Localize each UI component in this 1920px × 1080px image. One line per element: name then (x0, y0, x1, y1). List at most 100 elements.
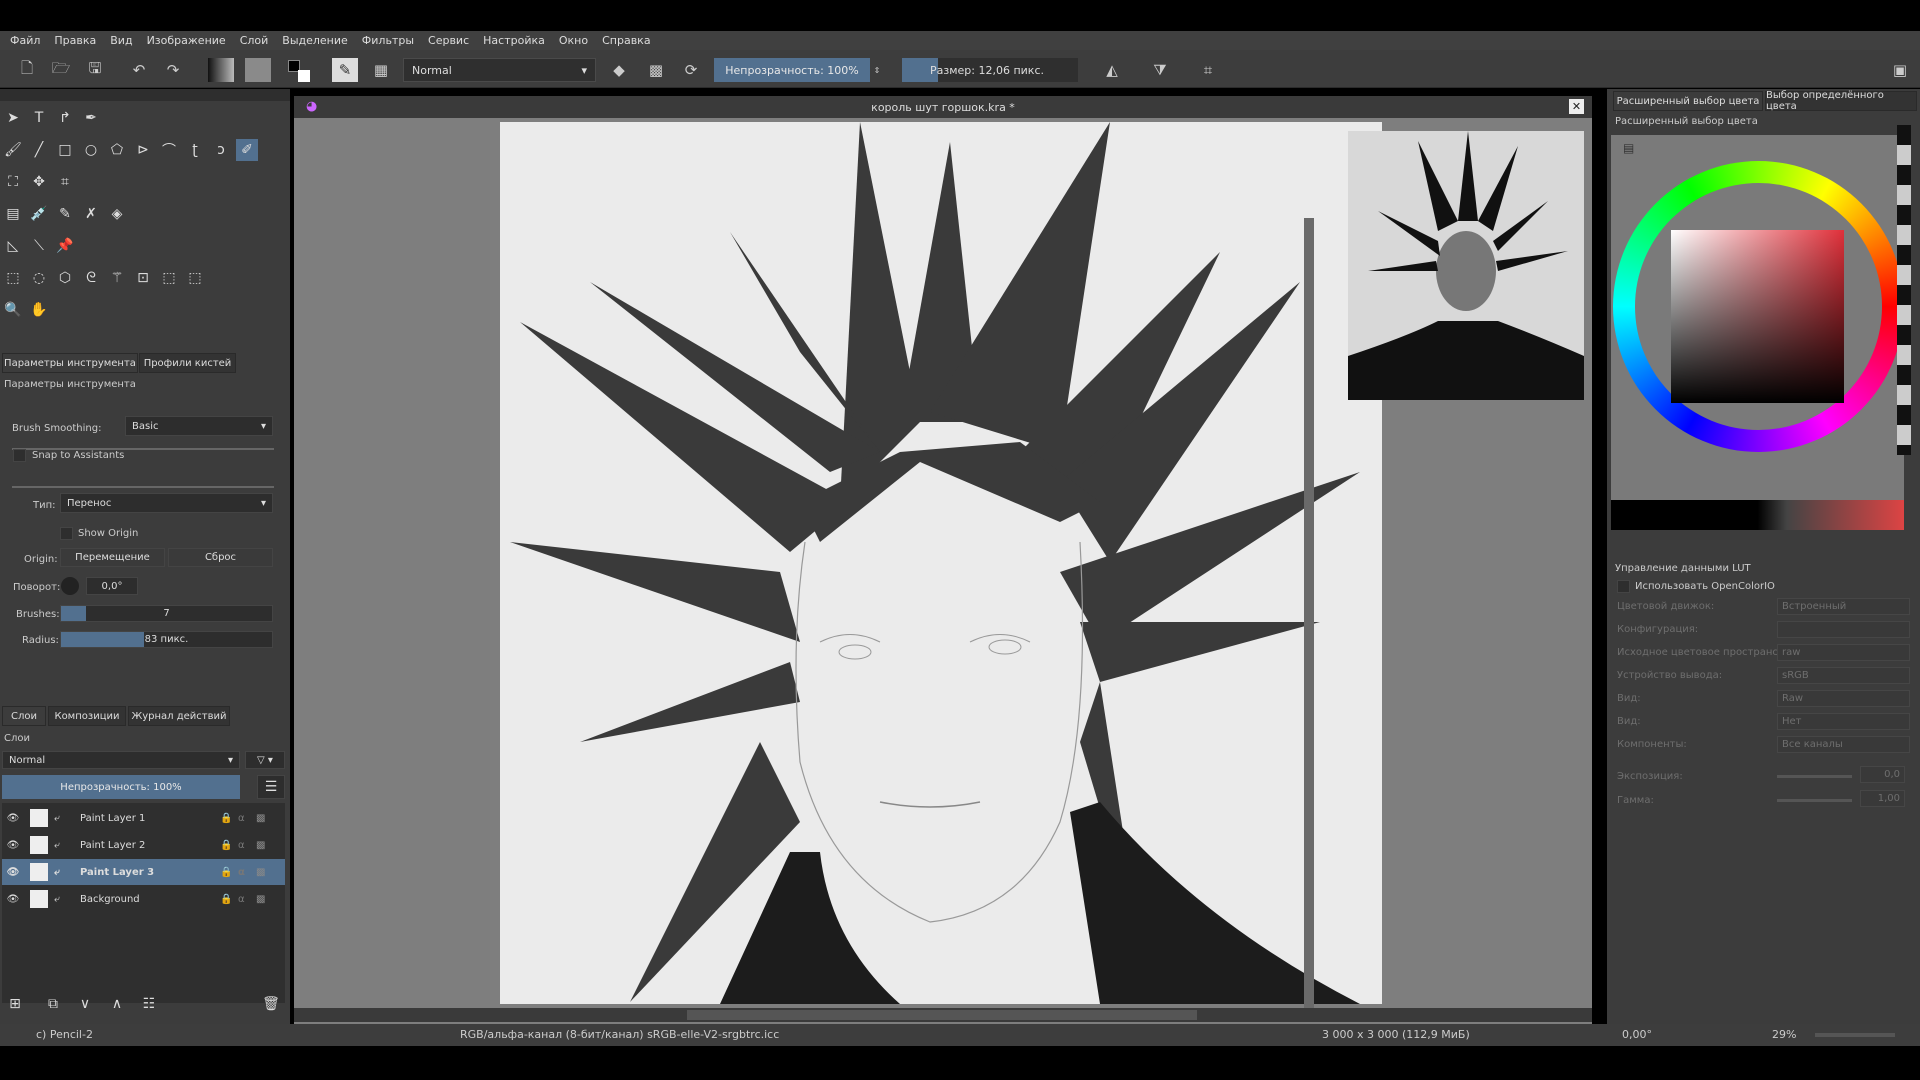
layer-row[interactable]: 👁 ⤶ Paint Layer 2 🔒 α ▩ (2, 832, 285, 858)
ellipse-tool-icon[interactable]: ○ (80, 139, 102, 161)
menu-help[interactable]: Справка (602, 34, 650, 47)
color-picker-tool-icon[interactable]: 💉 (28, 203, 50, 225)
fill-tool-icon[interactable]: ◈ (106, 203, 128, 225)
bezier-select-tool-icon[interactable]: ⬚ (158, 267, 180, 289)
inherit-alpha-icon[interactable]: ▩ (256, 867, 274, 878)
menu-edit[interactable]: Правка (54, 34, 96, 47)
menu-tools[interactable]: Сервис (428, 34, 469, 47)
lock-icon[interactable]: 🔒 (220, 894, 238, 905)
layer-row[interactable]: 👁 ⤶ Paint Layer 3 🔒 α ▩ (2, 859, 285, 885)
mirror-horizontal-icon[interactable]: ◭ (1100, 58, 1124, 82)
alpha-icon[interactable]: α (238, 867, 256, 878)
inherit-alpha-icon[interactable]: ▩ (256, 840, 274, 851)
layer-blend-select[interactable]: Normal ▾ (2, 751, 240, 769)
saturation-value-square[interactable] (1671, 230, 1844, 403)
inherit-alpha-icon[interactable]: ▩ (256, 813, 274, 824)
multibrush-tool-icon[interactable]: ✐ (236, 139, 258, 161)
duplicate-layer-icon[interactable]: ⧉ (42, 993, 64, 1015)
visibility-eye-icon[interactable]: 👁 (2, 894, 24, 905)
gamma-slider[interactable] (1777, 799, 1852, 802)
wrap-around-icon[interactable]: ⌗ (1196, 58, 1220, 82)
visibility-eye-icon[interactable]: 👁 (2, 867, 24, 878)
lock-icon[interactable]: 🔒 (220, 813, 238, 824)
zoom-tool-icon[interactable]: 🔍 (2, 299, 24, 321)
layer-settings-icon[interactable]: ☷ (138, 993, 160, 1015)
reload-preset-icon[interactable]: ⟳ (680, 58, 702, 82)
layer-opacity-slider[interactable]: Непрозрачность: 100% (2, 775, 240, 799)
menu-layer[interactable]: Слой (240, 34, 269, 47)
calligraphy-tool-icon[interactable]: ✒ (80, 107, 102, 129)
menu-file[interactable]: Файл (10, 34, 40, 47)
pattern-swatch[interactable] (245, 58, 271, 82)
visibility-eye-icon[interactable]: 👁 (2, 840, 24, 851)
fg-bg-color-icon[interactable] (288, 58, 312, 82)
lut-select[interactable] (1777, 621, 1910, 638)
select-shapes-tool-icon[interactable]: ➤ (2, 107, 24, 129)
lut-select[interactable]: raw (1777, 644, 1910, 661)
open-folder-icon[interactable]: 🗁 (50, 58, 72, 82)
tab-brush-presets[interactable]: Профили кистей (139, 353, 236, 373)
brush-preset-icon[interactable]: ✎ (332, 58, 358, 82)
line-tool-icon[interactable]: ╱ (28, 139, 50, 161)
gradient-tool-icon[interactable]: ▤ (2, 203, 24, 225)
snap-assistants-checkbox[interactable] (13, 449, 26, 462)
type-select[interactable]: Перенос ▾ (60, 493, 273, 513)
workspace-grid-icon[interactable]: ▦ (370, 58, 392, 82)
lut-select[interactable]: Нет (1777, 713, 1910, 730)
eraser-icon[interactable]: ◆ (608, 58, 630, 82)
save-icon[interactable]: 🖫 (84, 58, 106, 82)
alpha-icon[interactable]: α (238, 813, 256, 824)
move-layer-up-icon[interactable]: ∧ (106, 993, 128, 1015)
tab-compositions[interactable]: Композиции (48, 706, 126, 726)
lock-icon[interactable]: 🔒 (220, 840, 238, 851)
tab-specific-color[interactable]: Выбор определённого цвета (1765, 90, 1917, 112)
ellipse-select-tool-icon[interactable]: ◌ (28, 267, 50, 289)
redo-icon[interactable]: ↷ (162, 58, 184, 82)
use-ocio-checkbox[interactable] (1617, 580, 1630, 593)
menu-settings[interactable]: Настройка (483, 34, 545, 47)
bezier-tool-icon[interactable]: ⌒ (158, 139, 180, 161)
brushes-slider[interactable]: 7 (60, 605, 273, 622)
freehand-select-tool-icon[interactable]: ᘓ (80, 267, 102, 289)
add-layer-icon[interactable]: ⊞ (4, 993, 26, 1015)
measure-tool-icon[interactable]: ◺ (2, 235, 24, 257)
close-document-icon[interactable]: ✕ (1569, 99, 1584, 114)
blend-mode-select[interactable]: Normal ▾ (403, 58, 596, 82)
opacity-spin-icon[interactable]: ⇕ (872, 58, 882, 82)
radius-slider[interactable]: 83 пикс. (60, 631, 273, 648)
filter-icon[interactable]: ▽ ▾ (245, 751, 285, 769)
dynamic-brush-tool-icon[interactable]: ɔ (210, 139, 232, 161)
opacity-slider[interactable]: Непрозрачность: 100% (714, 58, 870, 82)
reference-image[interactable] (1348, 131, 1584, 400)
exposure-input[interactable]: 0,0 (1860, 766, 1905, 783)
alpha-icon[interactable]: α (238, 840, 256, 851)
polygon-select-tool-icon[interactable]: ⬡ (54, 267, 76, 289)
freehand-path-tool-icon[interactable]: ʈ (184, 139, 206, 161)
horizontal-scrollbar[interactable] (294, 1008, 1592, 1022)
rect-select-tool-icon[interactable]: ⬚ (2, 267, 24, 289)
transform-tool-icon[interactable]: ⛶ (2, 171, 24, 193)
mirror-vertical-icon[interactable]: ⧩ (1148, 58, 1172, 82)
canvas-drawing[interactable] (500, 122, 1382, 1004)
layer-row[interactable]: 👁 ⤶ Background 🔒 α ▩ (2, 886, 285, 912)
lut-select[interactable]: sRGB (1777, 667, 1910, 684)
menu-view[interactable]: Вид (110, 34, 132, 47)
colorize-mask-tool-icon[interactable]: ✎ (54, 203, 76, 225)
tab-layers[interactable]: Слои (2, 706, 46, 726)
color-history-bar[interactable] (1611, 500, 1904, 530)
new-document-icon[interactable]: 🗋 (16, 58, 38, 82)
brush-smoothing-select[interactable]: Basic ▾ (125, 416, 273, 436)
menu-image[interactable]: Изображение (147, 34, 226, 47)
docker-toggle-icon[interactable]: ▣ (1888, 58, 1912, 82)
lut-select[interactable]: Все каналы (1777, 736, 1910, 753)
gamma-input[interactable]: 1,00 (1860, 790, 1905, 807)
show-origin-checkbox[interactable] (60, 527, 73, 540)
inherit-alpha-icon[interactable]: ▩ (256, 894, 274, 905)
color-selector-settings-icon[interactable]: ▤ (1623, 141, 1634, 155)
tab-advanced-color[interactable]: Расширенный выбор цвета (1613, 91, 1763, 111)
menu-select[interactable]: Выделение (282, 34, 348, 47)
zoom-slider[interactable] (1815, 1033, 1895, 1037)
move-layer-down-icon[interactable]: ∨ (74, 993, 96, 1015)
freehand-brush-tool-icon[interactable]: 🖌 (2, 139, 24, 161)
pan-tool-icon[interactable]: ✋ (28, 299, 50, 321)
